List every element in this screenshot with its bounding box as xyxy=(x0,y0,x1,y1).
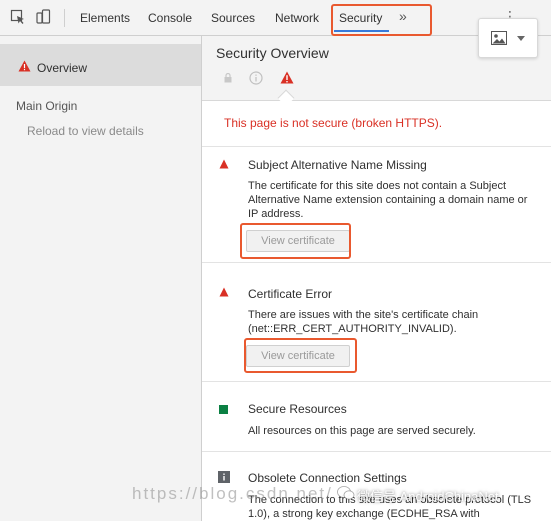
reload-hint: Reload to view details xyxy=(27,124,144,138)
device-mode-icon[interactable] xyxy=(35,9,51,25)
secure-square-icon xyxy=(219,405,228,414)
tab-console[interactable]: Console xyxy=(148,11,192,25)
explanation-title: Secure Resources xyxy=(248,402,347,416)
tab-elements[interactable]: Elements xyxy=(80,11,130,25)
explanation-description: There are issues with the site's certifi… xyxy=(248,309,479,335)
main-origin-heading: Main Origin xyxy=(16,99,78,113)
wechat-watermark: 微信号 AndroidChinaNet xyxy=(357,489,499,504)
warning-triangle-icon xyxy=(18,60,31,72)
blog-watermark: https://blog.csdn.net/ xyxy=(132,484,333,503)
inspect-element-icon[interactable] xyxy=(10,9,26,25)
sidebar-item-label: Overview xyxy=(37,61,88,75)
security-sidebar: Overview Main Origin Reload to view deta… xyxy=(0,36,202,521)
button-highlight xyxy=(240,223,351,259)
explanation-title: Subject Alternative Name Missing xyxy=(248,158,427,172)
summary-text: This page is not secure (broken HTTPS). xyxy=(224,116,443,130)
info-square-icon xyxy=(218,471,230,483)
warning-triangle-icon xyxy=(280,71,294,84)
explanation-title: Certificate Error xyxy=(248,287,333,301)
explanation-description: The certificate for this site does not c… xyxy=(248,180,528,220)
toolbar-divider xyxy=(64,9,65,27)
security-overview-panel: Security Overview This page is not secur… xyxy=(202,36,551,521)
explanation-san-missing: Subject Alternative Name Missing The cer… xyxy=(202,147,551,263)
explanation-secure-resources: Secure Resources All resources on this p… xyxy=(202,382,551,452)
chevron-down-icon xyxy=(517,36,525,41)
security-tab-highlight xyxy=(331,4,432,36)
security-summary: This page is not secure (broken HTTPS). xyxy=(202,101,551,147)
explanation-certificate-error: Certificate Error There are issues with … xyxy=(202,263,551,382)
explanation-title: Obsolete Connection Settings xyxy=(248,471,407,485)
screenshot-dropdown-button[interactable] xyxy=(478,18,538,58)
wechat-icon xyxy=(337,486,355,500)
explanation-description: All resources on this page are served se… xyxy=(248,425,476,437)
tab-network[interactable]: Network xyxy=(275,11,319,25)
lock-icon xyxy=(224,73,232,83)
insecure-triangle-icon xyxy=(219,159,229,169)
button-highlight xyxy=(244,338,357,373)
info-icon xyxy=(249,71,263,85)
insecure-triangle-icon xyxy=(219,287,229,297)
image-icon xyxy=(491,31,507,45)
sidebar-item-overview[interactable]: Overview xyxy=(0,44,201,86)
devtools-toolbar: Elements Console Sources Network Securit… xyxy=(0,0,551,36)
tab-sources[interactable]: Sources xyxy=(211,11,255,25)
page-title: Security Overview xyxy=(216,45,329,61)
